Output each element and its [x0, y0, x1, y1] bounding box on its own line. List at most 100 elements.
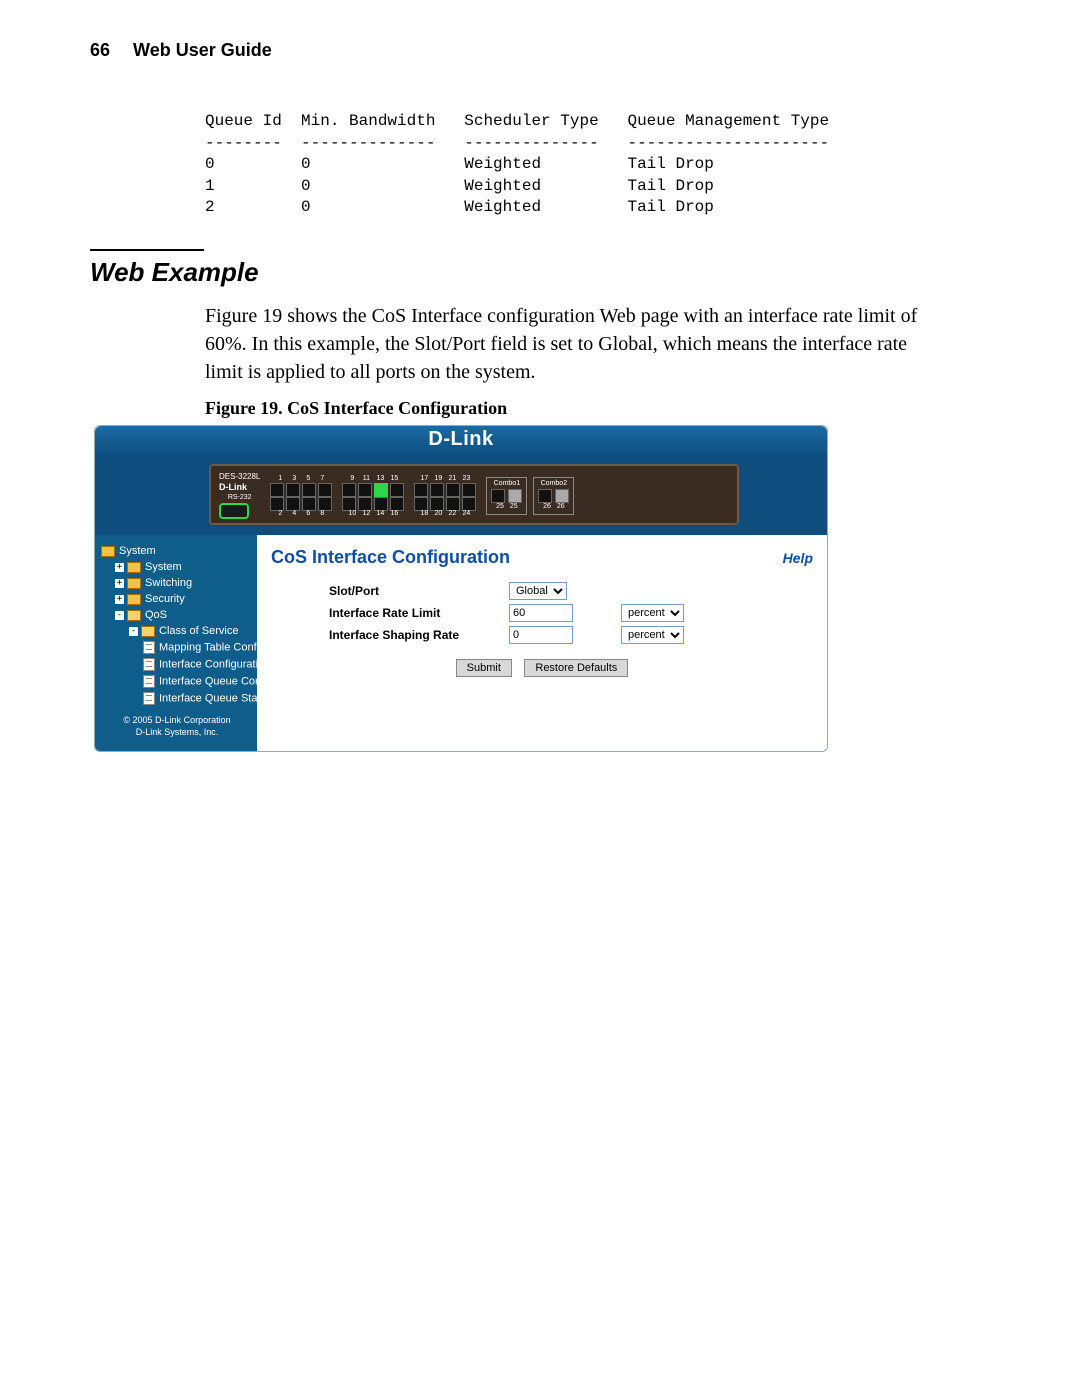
port-number: 12 — [360, 510, 372, 517]
restore-defaults-button[interactable]: Restore Defaults — [524, 659, 628, 677]
nav-item-label: Security — [145, 593, 185, 605]
ethernet-port-icon — [270, 497, 284, 511]
nav-item-label: Mapping Table Configu — [159, 642, 271, 654]
folder-closed-icon — [127, 578, 141, 589]
port-number: 17 — [418, 475, 430, 482]
ethernet-port-icon — [446, 497, 460, 511]
ethernet-port-icon — [358, 483, 372, 497]
nav-item[interactable]: Interface Queue Config — [101, 673, 253, 690]
port-number: 11 — [360, 475, 372, 482]
folder-open-icon — [127, 610, 141, 621]
expand-icon[interactable]: + — [115, 563, 124, 572]
nav-item-label: Interface Queue Status — [159, 693, 272, 705]
collapse-icon[interactable]: - — [129, 627, 138, 636]
ethernet-port-icon — [538, 489, 552, 503]
nav-item[interactable]: + Switching — [101, 575, 253, 591]
nav-item[interactable]: System — [101, 543, 253, 559]
port-number: 5 — [302, 475, 314, 482]
page-header-title: Web User Guide — [133, 40, 272, 60]
combo-box: Combo12525 — [486, 477, 527, 515]
nav-item-label: Interface Queue Config — [159, 676, 273, 688]
nav-item-label: Class of Service — [159, 625, 238, 637]
port-number: 23 — [460, 475, 472, 482]
input-shaping-rate[interactable] — [509, 626, 573, 644]
nav-item[interactable]: Interface Queue Status — [101, 690, 253, 707]
port-block: 1719212318202224 — [414, 475, 476, 517]
port-number: 13 — [374, 475, 386, 482]
nav-item[interactable]: +System — [101, 559, 253, 575]
label-shaping-rate: Interface Shaping Rate — [329, 628, 509, 642]
nav-tree: System+System+Switching+Security-QoS-Cla… — [95, 535, 257, 750]
label-rate-limit: Interface Rate Limit — [329, 606, 509, 620]
ethernet-port-icon — [342, 483, 356, 497]
nav-item-label: System — [119, 545, 156, 557]
nav-item-label: QoS — [145, 609, 167, 621]
nav-copyright-line1: © 2005 D-Link Corporation — [123, 715, 230, 725]
expand-icon[interactable]: + — [115, 579, 124, 588]
select-rate-limit-unit[interactable]: percent — [621, 604, 684, 622]
select-shaping-rate-unit[interactable]: percent — [621, 626, 684, 644]
nav-item-label: Interface Configuration — [159, 659, 270, 671]
folder-closed-icon — [127, 562, 141, 573]
ethernet-port-icon — [446, 483, 460, 497]
port-number: 15 — [388, 475, 400, 482]
port-block: 911131510121416 — [342, 475, 404, 517]
ethernet-port-icon — [302, 497, 316, 511]
nav-item[interactable]: - Class of Service — [101, 623, 253, 639]
ethernet-port-icon — [491, 489, 505, 503]
select-slot-port[interactable]: Global — [509, 582, 567, 600]
port-number: 4 — [288, 510, 300, 517]
ethernet-port-icon — [462, 483, 476, 497]
nav-item[interactable]: - QoS — [101, 607, 253, 623]
ethernet-port-icon — [286, 497, 300, 511]
nav-item-label: Switching — [145, 577, 192, 589]
figure-caption-rest: CoS Interface Configuration — [287, 398, 507, 418]
label-slot-port: Slot/Port — [329, 584, 509, 598]
expand-icon[interactable]: + — [115, 595, 124, 604]
port-number: 20 — [432, 510, 444, 517]
document-icon — [143, 641, 155, 654]
folder-closed-icon — [127, 594, 141, 605]
device-model-line1: DES-3228L — [219, 472, 260, 481]
port-number: 6 — [302, 510, 314, 517]
screenshot: D-Link DES-3228L D-Link RS-232 135724689… — [94, 425, 828, 752]
rs232-label: RS-232 — [219, 494, 260, 501]
ethernet-port-icon — [462, 497, 476, 511]
device-model: DES-3228L D-Link RS-232 — [219, 472, 260, 519]
port-number: 21 — [446, 475, 458, 482]
port-number: 1 — [274, 475, 286, 482]
document-icon — [143, 675, 155, 688]
section-divider — [90, 249, 204, 251]
rs232-port-icon — [219, 503, 249, 519]
nav-item[interactable]: + Security — [101, 591, 253, 607]
ethernet-port-icon — [390, 483, 404, 497]
document-icon — [143, 658, 155, 671]
nav-item[interactable]: Interface Configuration — [101, 656, 253, 673]
port-number: 3 — [288, 475, 300, 482]
device-model-line2: D-Link — [219, 482, 260, 493]
ethernet-port-icon — [286, 483, 300, 497]
nav-item[interactable]: Mapping Table Configu — [101, 639, 253, 656]
input-rate-limit[interactable] — [509, 604, 573, 622]
section-title: Web Example — [90, 257, 990, 288]
collapse-icon[interactable]: - — [115, 611, 124, 620]
brand-banner: D-Link — [95, 426, 827, 456]
folder-closed-icon — [101, 546, 115, 557]
ethernet-port-icon — [318, 483, 332, 497]
port-number: 10 — [346, 510, 358, 517]
port-number: 2 — [274, 510, 286, 517]
port-number: 24 — [460, 510, 472, 517]
ethernet-port-icon — [342, 497, 356, 511]
port-number: 16 — [388, 510, 400, 517]
help-link[interactable]: Help — [783, 550, 813, 566]
submit-button[interactable]: Submit — [456, 659, 512, 677]
ethernet-port-icon — [374, 483, 388, 497]
ethernet-port-icon — [414, 483, 428, 497]
port-number: 18 — [418, 510, 430, 517]
ethernet-port-icon — [390, 497, 404, 511]
ethernet-port-icon — [318, 497, 332, 511]
ethernet-port-icon — [430, 497, 444, 511]
combo-box: Combo22626 — [533, 477, 574, 515]
folder-open-icon — [141, 626, 155, 637]
port-number: 9 — [346, 475, 358, 482]
